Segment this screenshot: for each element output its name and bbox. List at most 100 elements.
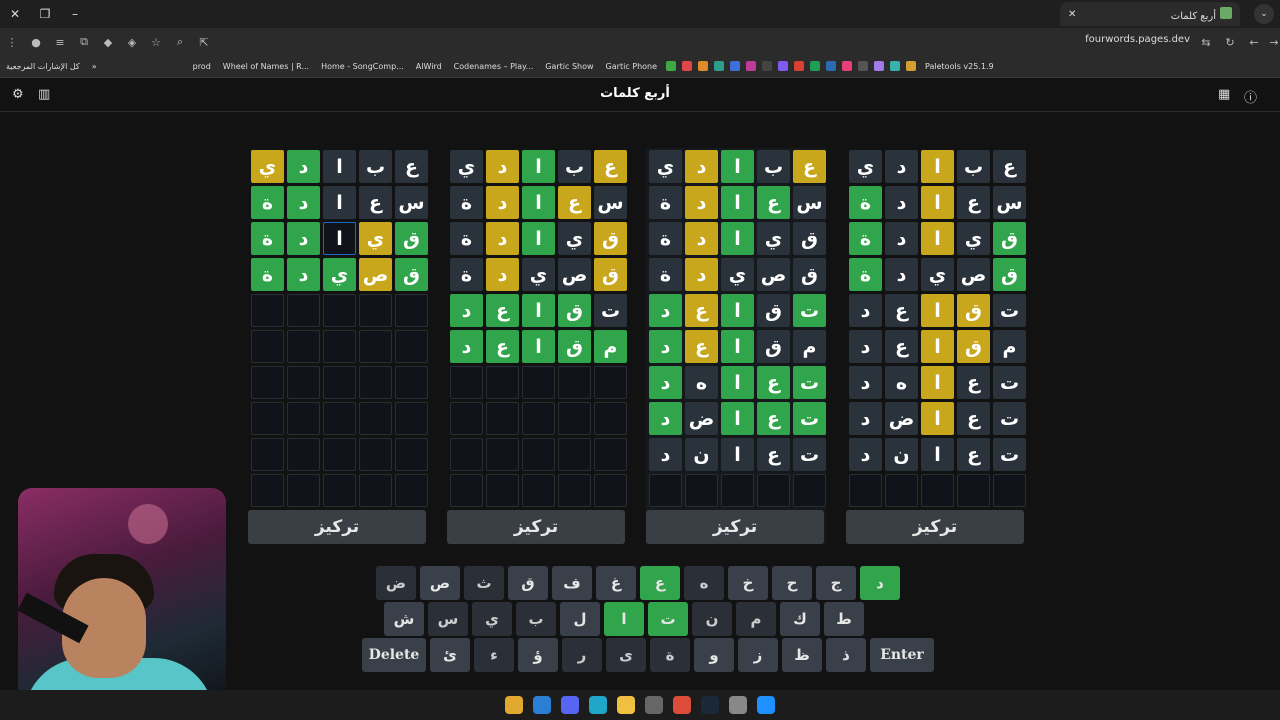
letter-key[interactable]: ظ	[782, 638, 822, 672]
letter-key[interactable]: ى	[606, 638, 646, 672]
profile-icon[interactable]: ●	[24, 36, 48, 49]
bookmark-item[interactable]: Gartic Show	[545, 62, 593, 71]
letter-key[interactable]: ق	[508, 566, 548, 600]
letter-key[interactable]: ب	[516, 602, 556, 636]
focus-button[interactable]: تركيز	[646, 510, 824, 544]
bookmark-favicon-icon[interactable]	[794, 60, 805, 71]
chrome-icon[interactable]	[673, 696, 691, 714]
bookmark-favicon-icon[interactable]	[858, 60, 869, 71]
bookmark-favicon-icon[interactable]	[746, 60, 757, 71]
all-bookmarks[interactable]: كل الإشارات المرجعية	[6, 62, 80, 71]
letter-key[interactable]: ا	[604, 602, 644, 636]
close-window-icon[interactable]: ✕	[0, 0, 30, 28]
letter-key[interactable]: خ	[728, 566, 768, 600]
taskbar-app-icon[interactable]	[533, 696, 551, 714]
letter-key[interactable]: س	[428, 602, 468, 636]
delete-key[interactable]: Delete	[362, 638, 426, 672]
bookmark-item[interactable]: Paletools v25.1.9	[925, 62, 994, 71]
letter-key[interactable]: و	[694, 638, 734, 672]
folder-icon[interactable]	[617, 696, 635, 714]
bookmark-item[interactable]: prod	[193, 62, 211, 71]
letter-key[interactable]: ي	[472, 602, 512, 636]
taskbar-app-icon[interactable]	[505, 696, 523, 714]
restore-window-icon[interactable]: ❐	[30, 0, 60, 28]
focus-button[interactable]: تركيز	[447, 510, 625, 544]
windows-start-icon[interactable]	[757, 696, 775, 714]
share-icon[interactable]: ⇱	[192, 36, 216, 49]
letter-key[interactable]: ة	[650, 638, 690, 672]
close-tab-icon[interactable]: ✕	[1068, 9, 1076, 20]
letter-key[interactable]: ف	[552, 566, 592, 600]
calendar-icon[interactable]: ▦	[1218, 87, 1230, 102]
letter-key[interactable]: ش	[384, 602, 424, 636]
bookmark-favicon-icon[interactable]	[826, 60, 837, 71]
bookmark-item[interactable]: Gartic Phone	[606, 62, 657, 71]
minimize-window-icon[interactable]: –	[60, 0, 90, 28]
letter-key[interactable]: ه	[684, 566, 724, 600]
bookmark-favicon-icon[interactable]	[666, 60, 677, 71]
letter-key[interactable]: ك	[780, 602, 820, 636]
menu-dots-icon[interactable]: ⋮	[0, 36, 24, 49]
focus-button[interactable]: تركيز	[248, 510, 426, 544]
security-icon[interactable]: ◈	[120, 36, 144, 49]
letter-key[interactable]: ئ	[430, 638, 470, 672]
enter-key[interactable]: Enter	[870, 638, 934, 672]
letter-key[interactable]: ت	[648, 602, 688, 636]
bookmark-favicon-icon[interactable]	[778, 60, 789, 71]
letter-key[interactable]: غ	[596, 566, 636, 600]
steam-icon[interactable]	[701, 696, 719, 714]
tab-search-icon[interactable]: ⌄	[1254, 4, 1274, 24]
letter-key[interactable]: ط	[824, 602, 864, 636]
letter-key[interactable]: ض	[376, 566, 416, 600]
letter-key[interactable]: ص	[420, 566, 460, 600]
forward-icon[interactable]: →	[1262, 36, 1280, 49]
bookmark-favicon-icon[interactable]	[714, 60, 725, 71]
letter-key[interactable]: ل	[560, 602, 600, 636]
zoom-icon[interactable]: ⌕	[168, 35, 192, 49]
bookmark-favicon-icon[interactable]	[842, 60, 853, 71]
address-bar[interactable]: fourwords.pages.dev	[1085, 34, 1190, 45]
edge-icon[interactable]	[589, 696, 607, 714]
letter-key[interactable]: د	[860, 566, 900, 600]
letter-tile: ت	[793, 402, 826, 435]
letter-tile: ع	[957, 438, 990, 471]
letter-key[interactable]: م	[736, 602, 776, 636]
site-settings-icon[interactable]: ⇆	[1194, 36, 1218, 49]
letter-key[interactable]: ز	[738, 638, 778, 672]
bookmark-favicon-icon[interactable]	[874, 60, 885, 71]
bookmark-item[interactable]: Home - SongComp...	[321, 62, 404, 71]
letter-key[interactable]: ث	[464, 566, 504, 600]
bookmark-favicon-icon[interactable]	[906, 60, 917, 71]
letter-key[interactable]: ع	[640, 566, 680, 600]
letter-key[interactable]: ذ	[826, 638, 866, 672]
bookmark-favicon-icon[interactable]	[682, 60, 693, 71]
bookmark-favicon-icon[interactable]	[762, 60, 773, 71]
letter-key[interactable]: ج	[816, 566, 856, 600]
guess-row: تعاهد	[646, 366, 826, 402]
letter-key[interactable]: ن	[692, 602, 732, 636]
focus-button[interactable]: تركيز	[846, 510, 1024, 544]
browser-tab[interactable]: ✕ أربع كلمات	[1060, 2, 1240, 26]
shield-icon[interactable]: ◆	[96, 36, 120, 49]
taskbar-app-icon[interactable]	[645, 696, 663, 714]
bookmark-item[interactable]: Codenames – Play...	[454, 62, 534, 71]
letter-key[interactable]: ؤ	[518, 638, 558, 672]
bookmark-item[interactable]: AlWird	[416, 62, 442, 71]
bookmarks-overflow-icon[interactable]: »	[92, 62, 97, 71]
letter-key[interactable]: ء	[474, 638, 514, 672]
letter-tile: ع	[558, 186, 591, 219]
extensions-puzzle-icon[interactable]: ⧉	[72, 35, 96, 49]
bookmark-favicon-icon[interactable]	[730, 60, 741, 71]
bookmark-star-icon[interactable]: ☆	[144, 36, 168, 49]
settings-icon[interactable]	[729, 696, 747, 714]
bookmark-favicon-icon[interactable]	[698, 60, 709, 71]
bookmark-favicon-icon[interactable]	[810, 60, 821, 71]
letter-key[interactable]: ح	[772, 566, 812, 600]
extension-icon[interactable]: ≡	[48, 36, 72, 49]
reload-icon[interactable]: ↻	[1218, 36, 1242, 49]
info-icon[interactable]: ⓘ	[1244, 87, 1257, 106]
letter-key[interactable]: ر	[562, 638, 602, 672]
discord-icon[interactable]	[561, 696, 579, 714]
bookmark-favicon-icon[interactable]	[890, 60, 901, 71]
bookmark-item[interactable]: Wheel of Names | R...	[223, 62, 309, 71]
